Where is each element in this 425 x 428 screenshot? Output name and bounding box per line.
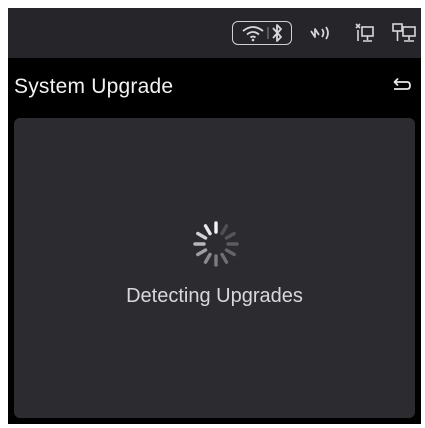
wifi-icon [242,26,264,42]
upgrade-panel: Detecting Upgrades [14,118,415,418]
back-icon [393,77,411,90]
bluetooth-icon [272,24,282,42]
network-icon [390,20,418,46]
network-disconnected-icon [352,20,378,46]
back-button[interactable] [388,74,412,98]
nfc-icon [308,20,334,46]
page-title: System Upgrade [14,75,174,98]
loading-spinner-icon [193,221,239,267]
detecting-upgrades-text: Detecting Upgrades [126,285,303,307]
device-screen: System Upgrade Detecting Upgrades [8,8,421,424]
status-bar [8,8,421,58]
header: System Upgrade [8,58,421,116]
connectivity-group [232,21,292,45]
